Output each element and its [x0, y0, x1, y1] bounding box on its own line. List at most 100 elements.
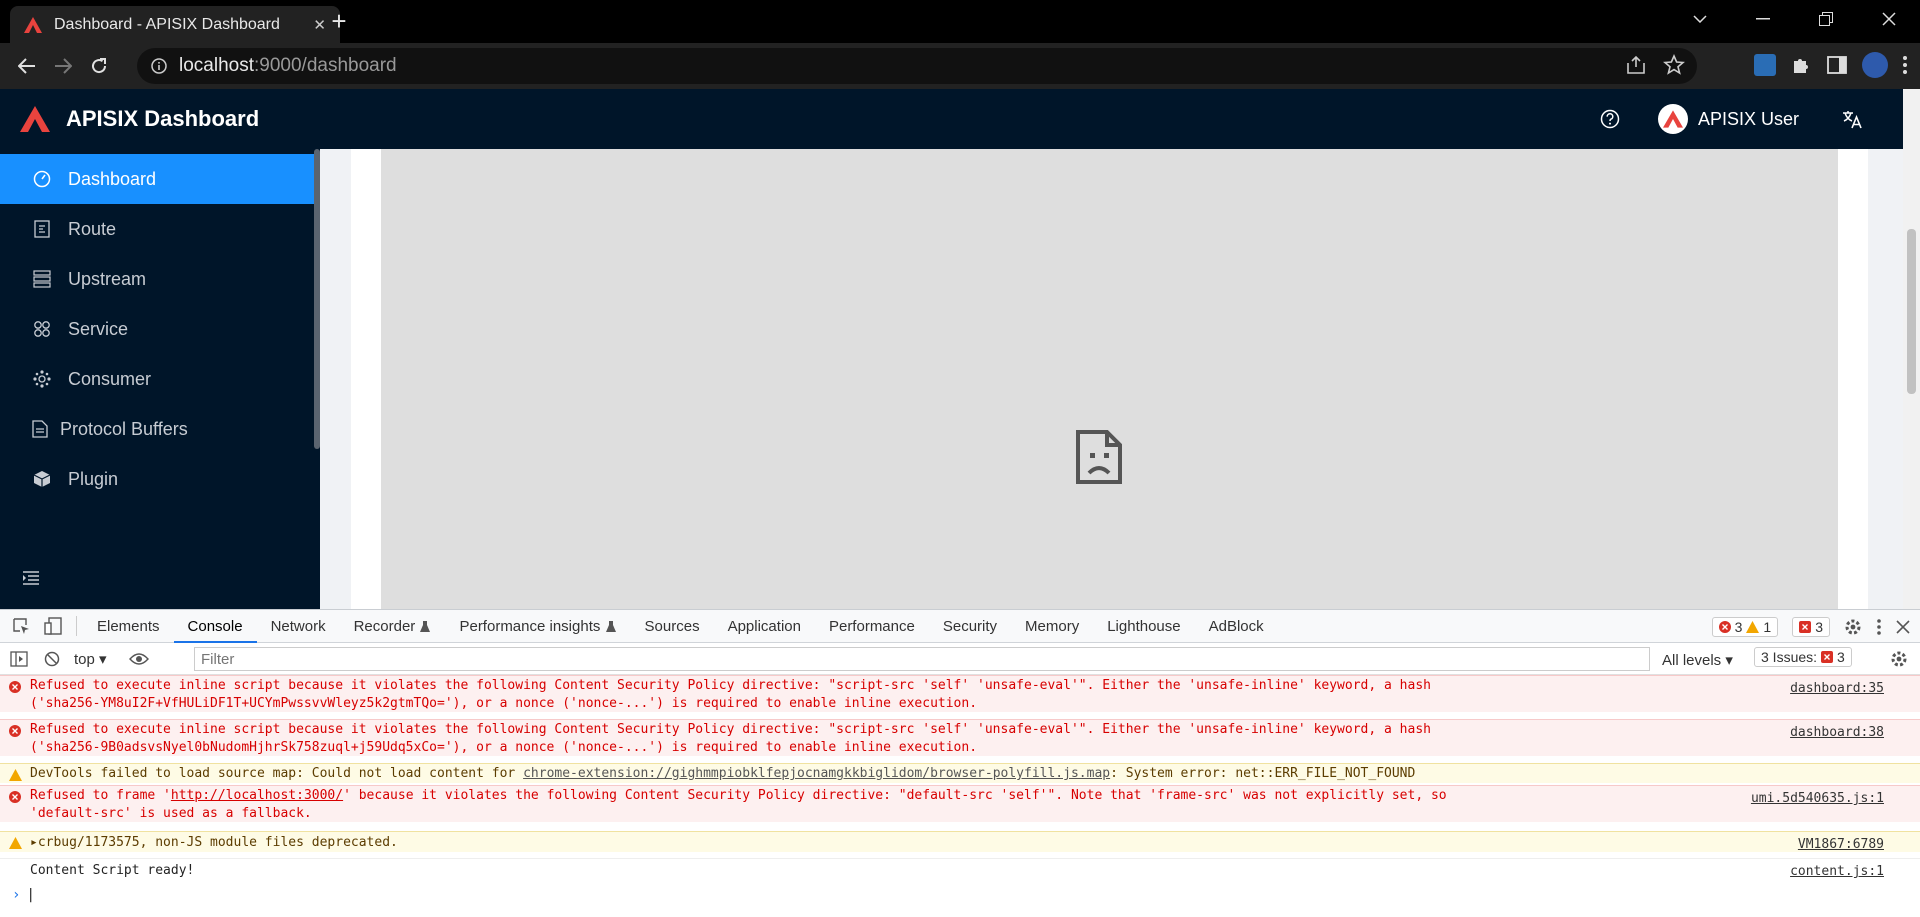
- devtools-tab-performance[interactable]: Performance: [815, 610, 929, 643]
- sidebar-item-service[interactable]: Service: [0, 304, 314, 354]
- user-avatar[interactable]: [1657, 104, 1688, 134]
- context-value: top: [74, 650, 95, 668]
- devtools-tab-adblock[interactable]: AdBlock: [1195, 610, 1278, 643]
- apisix-logo-icon: [20, 106, 50, 132]
- browser-tab[interactable]: Dashboard - APISIX Dashboard ✕: [10, 6, 340, 43]
- address-bar[interactable]: localhost:9000/dashboard: [137, 48, 1697, 84]
- console-message[interactable]: Refused to execute inline script because…: [0, 675, 1920, 712]
- toolbar-right: [1754, 48, 1908, 78]
- back-button[interactable]: [9, 48, 45, 84]
- tab-search-button[interactable]: [1668, 0, 1731, 38]
- devtools-tab-elements[interactable]: Elements: [83, 610, 174, 643]
- sidebar-item-route[interactable]: Route: [0, 204, 314, 254]
- flask-icon: [420, 621, 431, 633]
- bookmark-star-icon[interactable]: [1663, 54, 1685, 76]
- sidebar-item-upstream[interactable]: Upstream: [0, 254, 314, 304]
- apisix-favicon-icon: [24, 16, 42, 33]
- message-text: Content Script ready!: [30, 863, 195, 878]
- issue-count: 3: [1815, 618, 1823, 635]
- sidebar-item-label: Protocol Buffers: [60, 418, 188, 439]
- sidebar-item-protocol-buffers[interactable]: Protocol Buffers: [0, 404, 314, 454]
- error-warning-counter[interactable]: 3 1: [1711, 616, 1779, 637]
- url-path: :9000/dashboard: [254, 55, 397, 76]
- arrow-right-icon: [55, 58, 72, 74]
- clear-console-icon[interactable]: [44, 651, 60, 667]
- console-message[interactable]: DevTools failed to load source map: Coul…: [0, 763, 1920, 783]
- forward-button[interactable]: [45, 48, 81, 84]
- help-icon[interactable]: [1600, 109, 1620, 129]
- restore-button[interactable]: [1794, 0, 1857, 38]
- devtools-tab-memory[interactable]: Memory: [1011, 610, 1093, 643]
- info-icon[interactable]: [151, 58, 167, 74]
- devtools-tab-security[interactable]: Security: [929, 610, 1011, 643]
- minimize-button[interactable]: [1731, 0, 1794, 38]
- devtools-tab-console[interactable]: Console: [173, 610, 257, 643]
- close-window-button[interactable]: [1857, 0, 1920, 38]
- reload-button[interactable]: [81, 48, 117, 84]
- user-name[interactable]: APISIX User: [1698, 109, 1799, 130]
- new-tab-button[interactable]: +: [325, 8, 353, 36]
- settings-gear-icon[interactable]: [1844, 618, 1862, 636]
- device-toolbar-icon[interactable]: [44, 617, 62, 635]
- translate-icon[interactable]: [1841, 108, 1863, 130]
- inspect-element-icon[interactable]: [12, 617, 30, 635]
- console-message[interactable]: Refused to frame 'http://localhost:3000/…: [0, 785, 1920, 822]
- message-suffix: : System error: net::ERR_FILE_NOT_FOUND: [1110, 766, 1416, 781]
- plugin-icon: [32, 469, 52, 489]
- url-host: localhost: [179, 55, 254, 76]
- omnibox-actions: [1625, 54, 1685, 76]
- page-scrollbar-thumb[interactable]: [1907, 229, 1916, 394]
- issues-counter[interactable]: 3: [1792, 616, 1830, 637]
- console-prompt[interactable]: › |: [12, 887, 35, 903]
- message-source-link[interactable]: VM1867:6789: [1798, 836, 1884, 854]
- sidebar-item-dashboard[interactable]: Dashboard: [0, 154, 314, 204]
- source-map-link[interactable]: chrome-extension://gighmmpiobklfepjocnam…: [523, 766, 1110, 781]
- console-settings-icon[interactable]: [1890, 650, 1908, 668]
- side-panel-icon[interactable]: [1826, 54, 1848, 76]
- message-source-link[interactable]: content.js:1: [1790, 863, 1884, 881]
- sidebar-item-label: Plugin: [68, 468, 119, 489]
- brand[interactable]: APISIX Dashboard: [20, 106, 259, 132]
- sidebar-toggle-icon[interactable]: [10, 650, 28, 667]
- console-filter-input[interactable]: [194, 647, 1650, 671]
- collapse-menu-button[interactable]: [22, 569, 40, 587]
- issues-button[interactable]: 3 Issues: 3: [1754, 647, 1852, 667]
- sidebar-item-consumer[interactable]: Consumer: [0, 354, 314, 404]
- console-message[interactable]: ▸crbug/1173575, non-JS module files depr…: [0, 831, 1920, 852]
- devtools-tab-application[interactable]: Application: [714, 610, 815, 643]
- share-icon[interactable]: [1625, 54, 1647, 76]
- warning-icon: [9, 837, 22, 849]
- message-source-link[interactable]: dashboard:38: [1790, 724, 1884, 742]
- log-levels-dropdown[interactable]: All levels ▾: [1662, 651, 1733, 669]
- message-body: crbug/1173575, non-JS module files depre…: [37, 835, 398, 850]
- devtools-tab-recorder[interactable]: Recorder: [340, 610, 446, 643]
- console-message[interactable]: Content Script ready! content.js:1: [0, 858, 1920, 880]
- expand-triangle-icon[interactable]: ▸: [30, 835, 38, 850]
- message-source-link[interactable]: umi.5d540635.js:1: [1751, 790, 1884, 808]
- extension-icon[interactable]: [1754, 54, 1776, 76]
- puzzle-icon[interactable]: [1790, 54, 1812, 76]
- broken-page-icon: [1076, 430, 1122, 484]
- message-text: ▸crbug/1173575, non-JS module files depr…: [30, 834, 1480, 852]
- eye-icon[interactable]: [128, 652, 149, 666]
- page-scrollbar[interactable]: [1903, 89, 1920, 609]
- context-selector[interactable]: top ▾: [74, 650, 107, 668]
- close-devtools-icon[interactable]: [1896, 619, 1910, 634]
- devtools-tab-network[interactable]: Network: [257, 610, 340, 643]
- issue-error-icon: [1821, 651, 1834, 663]
- sidebar-item-label: Consumer: [68, 368, 152, 389]
- route-icon: [32, 219, 52, 239]
- sidebar-item-plugin[interactable]: Plugin: [0, 454, 314, 504]
- devtools-tab-lighthouse[interactable]: Lighthouse: [1093, 610, 1194, 643]
- message-source-link[interactable]: dashboard:35: [1790, 680, 1884, 698]
- flask-icon: [605, 621, 616, 633]
- more-vert-icon[interactable]: [1902, 54, 1908, 76]
- devtools-tab-performance-insights[interactable]: Performance insights: [445, 610, 630, 643]
- profile-avatar[interactable]: [1862, 52, 1888, 78]
- sidebar-item-label: Dashboard: [68, 168, 157, 189]
- frame-url-link[interactable]: http://localhost:3000/: [171, 788, 343, 803]
- devtools-tab-sources[interactable]: Sources: [631, 610, 714, 643]
- dashboard-card: [351, 149, 1868, 609]
- more-vert-icon[interactable]: [1876, 618, 1882, 636]
- console-message[interactable]: Refused to execute inline script because…: [0, 719, 1920, 756]
